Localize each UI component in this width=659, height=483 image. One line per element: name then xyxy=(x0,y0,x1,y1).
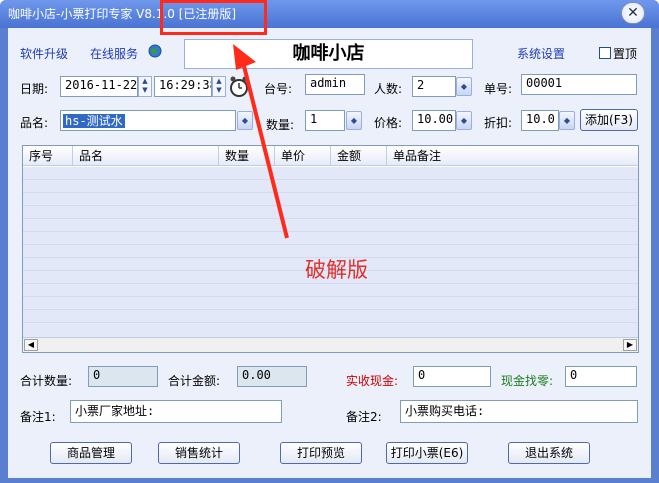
quantity-label: 数量: xyxy=(266,118,295,132)
table-row xyxy=(23,284,638,297)
exit-system-button[interactable]: 退出系统 xyxy=(508,442,590,464)
annotation-cracked-label: 破解版 xyxy=(305,258,368,282)
discount-input[interactable]: 10.0 xyxy=(521,110,559,131)
product-selected-value: hs-测试水 xyxy=(63,114,125,128)
spin-up-icon[interactable]: ▲ xyxy=(213,77,225,86)
chevron-down-icon: ◆ xyxy=(241,116,249,125)
cash-received-input[interactable]: 0 xyxy=(413,366,491,387)
scroll-left-icon[interactable]: ◀ xyxy=(24,339,38,351)
discount-dropdown[interactable]: ◆ xyxy=(559,111,575,130)
people-count-label: 人数: xyxy=(374,82,403,96)
close-button[interactable]: ✕ xyxy=(621,2,645,24)
total-count-label: 合计数量: xyxy=(20,374,73,388)
online-service-link[interactable]: 在线服务 xyxy=(90,45,138,62)
table-row xyxy=(23,310,638,323)
people-count-dropdown[interactable]: ◆ xyxy=(456,77,472,96)
table-no-label: 台号: xyxy=(264,82,293,96)
table-row xyxy=(23,206,638,219)
note2-input[interactable]: 小票购买电话: xyxy=(400,400,638,423)
order-items-table[interactable]: 序号 品名 数量 单价 金额 单品备注 ◀ ▶ xyxy=(22,145,639,353)
note1-input[interactable]: 小票厂家地址: xyxy=(70,400,282,423)
date-label: 日期: xyxy=(20,82,49,96)
note2-label: 备注2: xyxy=(346,410,382,424)
total-count-display: 0 xyxy=(88,366,158,387)
date-spinner[interactable]: ▲ ▼ xyxy=(138,76,152,97)
col-header-product[interactable]: 品名 xyxy=(73,146,219,166)
upgrade-link[interactable]: 软件升级 xyxy=(20,45,68,62)
system-settings-link[interactable]: 系统设置 xyxy=(517,45,565,62)
quantity-dropdown[interactable]: ◆ xyxy=(346,111,362,130)
pin-top-label: 置顶 xyxy=(613,47,638,61)
main-panel: 软件升级 在线服务 咖啡小店 系统设置 置顶 日期: 2016-11-22 ▲ … xyxy=(8,28,651,478)
cash-change-label: 现金找零: xyxy=(501,374,554,388)
scroll-right-icon[interactable]: ▶ xyxy=(623,339,637,351)
horizontal-scrollbar[interactable]: ◀ ▶ xyxy=(23,337,638,352)
table-no-input[interactable]: admin xyxy=(305,74,365,95)
col-header-unit-price[interactable]: 单价 xyxy=(275,146,331,166)
globe-icon[interactable] xyxy=(148,44,162,61)
discount-label: 折扣: xyxy=(484,116,513,130)
order-no-label: 单号: xyxy=(484,82,513,96)
cash-received-label: 实收现金: xyxy=(346,374,399,388)
date-input[interactable]: 2016-11-22 xyxy=(60,76,138,97)
table-row xyxy=(23,219,638,232)
spin-up-icon[interactable]: ▲ xyxy=(139,77,151,86)
chevron-down-icon: ◆ xyxy=(350,116,358,125)
time-input[interactable]: 16:29:38 xyxy=(154,76,212,97)
add-item-button[interactable]: 添加(F3) xyxy=(580,109,638,131)
order-no-input[interactable]: 00001 xyxy=(521,74,637,95)
product-select[interactable]: hs-测试水 xyxy=(60,110,236,131)
chevron-down-icon: ◆ xyxy=(460,82,468,91)
table-row xyxy=(23,193,638,206)
quantity-input[interactable]: 1 xyxy=(305,110,345,131)
alarm-clock-icon[interactable] xyxy=(228,74,250,103)
col-header-item-note[interactable]: 单品备注 xyxy=(387,146,638,166)
time-spinner[interactable]: ▲ ▼ xyxy=(212,76,226,97)
product-label: 品名: xyxy=(20,116,49,130)
people-count-input[interactable]: 2 xyxy=(412,76,456,97)
title-bar: 咖啡小店-小票打印专家 V8.1.0 [已注册版] ✕ xyxy=(0,0,659,28)
price-label: 价格: xyxy=(374,116,403,130)
col-header-quantity[interactable]: 数量 xyxy=(219,146,275,166)
col-header-amount[interactable]: 金额 xyxy=(331,146,387,166)
product-dropdown[interactable]: ◆ xyxy=(237,111,253,130)
product-management-button[interactable]: 商品管理 xyxy=(50,442,132,464)
table-row xyxy=(23,167,638,180)
annotation-highlight-box xyxy=(160,0,267,35)
pin-top-checkbox[interactable] xyxy=(599,47,611,59)
shop-name-display: 咖啡小店 xyxy=(184,39,473,69)
price-dropdown[interactable]: ◆ xyxy=(456,111,472,130)
print-receipt-button[interactable]: 打印小票(E6) xyxy=(386,442,468,464)
spin-down-icon[interactable]: ▼ xyxy=(213,86,225,95)
total-amount-display: 0.00 xyxy=(237,366,307,387)
note1-label: 备注1: xyxy=(20,410,56,424)
sales-stats-button[interactable]: 销售统计 xyxy=(158,442,240,464)
total-amount-label: 合计金额: xyxy=(168,374,221,388)
table-row xyxy=(23,232,638,245)
table-body[interactable] xyxy=(23,167,638,338)
table-row xyxy=(23,297,638,310)
table-row xyxy=(23,180,638,193)
chevron-down-icon: ◆ xyxy=(460,116,468,125)
print-preview-button[interactable]: 打印预览 xyxy=(280,442,362,464)
cash-change-input[interactable]: 0 xyxy=(565,366,637,387)
spin-down-icon[interactable]: ▼ xyxy=(139,86,151,95)
col-header-index[interactable]: 序号 xyxy=(23,146,73,166)
table-header: 序号 品名 数量 单价 金额 单品备注 xyxy=(23,146,638,166)
price-input[interactable]: 10.00 xyxy=(412,110,456,131)
chevron-down-icon: ◆ xyxy=(563,116,571,125)
app-window: 咖啡小店-小票打印专家 V8.1.0 [已注册版] ✕ 软件升级 在线服务 咖啡… xyxy=(0,0,659,483)
